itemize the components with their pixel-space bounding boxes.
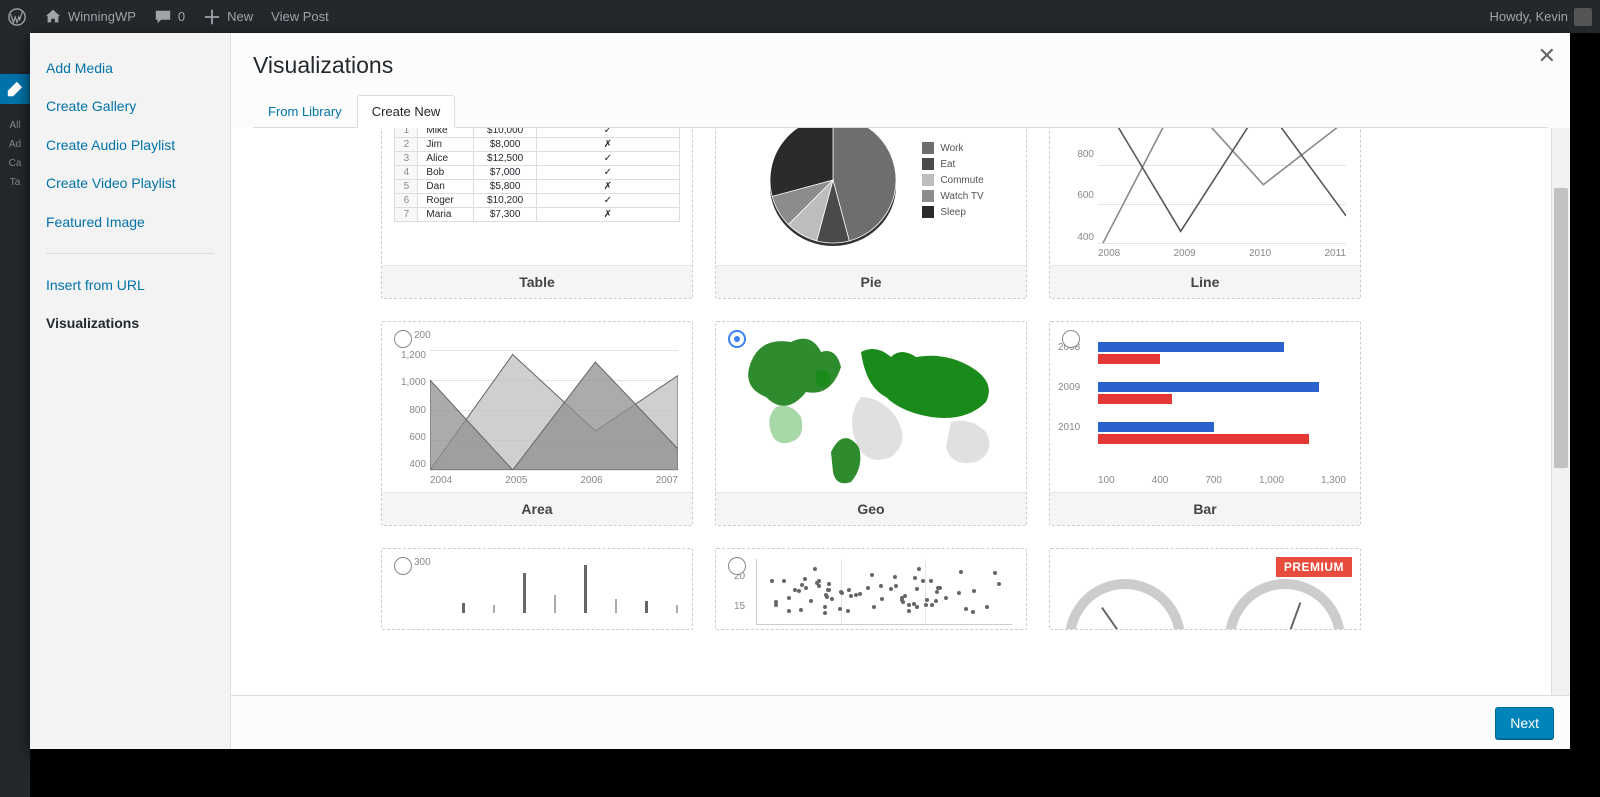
site-name-text: WinningWP <box>68 9 136 24</box>
comments-link[interactable]: 0 <box>154 8 185 26</box>
avatar-icon <box>1574 8 1592 26</box>
tile-geo[interactable]: Geo <box>715 321 1027 526</box>
menu-text: Ad <box>9 139 21 150</box>
tile-pie[interactable]: WorkEatCommuteWatch TVSleep Pie <box>715 128 1027 299</box>
axis-y-ticks: 1,000800600400 <box>1054 128 1094 243</box>
menu-text: Ta <box>10 177 21 188</box>
scrollbar-thumb[interactable] <box>1554 188 1568 468</box>
menu-text: Ca <box>9 158 22 169</box>
wp-admin-menu: All Ad Ca Ta <box>0 33 30 797</box>
axis-x-ticks: 2008200920102011 <box>1098 248 1346 259</box>
tick-label: 15 <box>734 601 745 612</box>
menu-text: All <box>9 120 20 131</box>
tile-label: Area <box>382 492 692 525</box>
axis-x-ticks: 2004200520062007 <box>430 475 678 486</box>
modal-main: ✕ Visualizations From Library Create New… <box>231 33 1570 749</box>
tile-table[interactable]: NameSalaryFull Time Employee1Mike$10,000… <box>381 128 693 299</box>
tile-label: Bar <box>1050 492 1360 525</box>
radio-bar[interactable] <box>1062 330 1080 348</box>
axis-y-ticks: 1,2001,000800600400 <box>386 350 426 470</box>
sidebar-item-visualizations[interactable]: Visualizations <box>30 304 230 342</box>
gauge-icon <box>1065 579 1185 629</box>
tick-label: 200 <box>414 330 431 341</box>
tile-gauge[interactable]: PREMIUM <box>1049 548 1361 630</box>
tile-scatter[interactable]: 20 15 <box>715 548 1027 630</box>
tile-column[interactable]: 300 <box>381 548 693 630</box>
table-preview: NameSalaryFull Time Employee1Mike$10,000… <box>394 128 679 222</box>
radio-area[interactable] <box>394 330 412 348</box>
tab-from-library[interactable]: From Library <box>253 95 357 128</box>
tile-label: Table <box>382 265 692 298</box>
wp-logo-icon[interactable] <box>8 8 26 26</box>
axis-x-ticks: 1004007001,0001,300 <box>1098 475 1346 486</box>
howdy-text: Howdy, Kevin <box>1489 9 1568 24</box>
sidebar-item-create-gallery[interactable]: Create Gallery <box>30 87 230 125</box>
howdy-link[interactable]: Howdy, Kevin <box>1489 8 1592 26</box>
new-link[interactable]: New <box>203 8 253 26</box>
next-button[interactable]: Next <box>1495 707 1554 739</box>
view-post-label: View Post <box>271 9 329 24</box>
tile-bar[interactable]: 200820092010 1004007001,0001,300 Bar <box>1049 321 1361 526</box>
modal-toolbar: Next <box>231 695 1570 749</box>
area-chart-icon <box>430 350 678 470</box>
tile-label: Pie <box>716 265 1026 298</box>
view-post-link[interactable]: View Post <box>271 9 329 24</box>
gauge-icon <box>1225 579 1345 629</box>
modal-header: Visualizations From Library Create New <box>231 33 1570 128</box>
modal-sidebar: Add Media Create Gallery Create Audio Pl… <box>30 33 231 749</box>
tile-line[interactable]: 1,000800600400 2008200920102011 Line <box>1049 128 1361 299</box>
geo-map-icon <box>716 322 1026 492</box>
tile-grid-scroll[interactable]: NameSalaryFull Time Employee1Mike$10,000… <box>231 128 1551 695</box>
radio-column[interactable] <box>394 557 412 575</box>
tile-area[interactable]: 200 1,2001,000800600400 2004200520062007… <box>381 321 693 526</box>
wp-admin-bar: WinningWP 0 New View Post Howdy, Kevin <box>0 0 1600 33</box>
radio-geo[interactable] <box>728 330 746 348</box>
tile-label: Line <box>1050 265 1360 298</box>
media-modal: Add Media Create Gallery Create Audio Pl… <box>30 33 1570 749</box>
pie-legend: WorkEatCommuteWatch TVSleep <box>922 138 983 222</box>
tabs: From Library Create New <box>253 94 1548 128</box>
comments-count: 0 <box>178 9 185 24</box>
scrollbar[interactable] <box>1551 128 1570 695</box>
sidebar-item-add-media[interactable]: Add Media <box>30 49 230 87</box>
line-chart-icon <box>1098 128 1346 243</box>
bar-chart-icon: 200820092010 <box>1098 342 1346 470</box>
tick-label: 300 <box>414 557 431 568</box>
tile-label: Geo <box>716 492 1026 525</box>
sidebar-item-featured-image[interactable]: Featured Image <box>30 203 230 241</box>
sidebar-item-create-video-playlist[interactable]: Create Video Playlist <box>30 164 230 202</box>
new-label: New <box>227 9 253 24</box>
site-name-link[interactable]: WinningWP <box>44 8 136 26</box>
tab-create-new[interactable]: Create New <box>357 95 456 128</box>
sidebar-item-create-audio-playlist[interactable]: Create Audio Playlist <box>30 126 230 164</box>
pie-chart-icon <box>758 128 908 255</box>
radio-scatter[interactable] <box>728 557 746 575</box>
chart-type-grid: NameSalaryFull Time Employee1Mike$10,000… <box>231 128 1551 652</box>
menu-posts-icon[interactable] <box>0 74 30 104</box>
sidebar-item-insert-from-url[interactable]: Insert from URL <box>30 266 230 304</box>
page-title: Visualizations <box>253 51 1548 80</box>
premium-badge: PREMIUM <box>1276 557 1352 577</box>
close-icon[interactable]: ✕ <box>1538 43 1556 69</box>
